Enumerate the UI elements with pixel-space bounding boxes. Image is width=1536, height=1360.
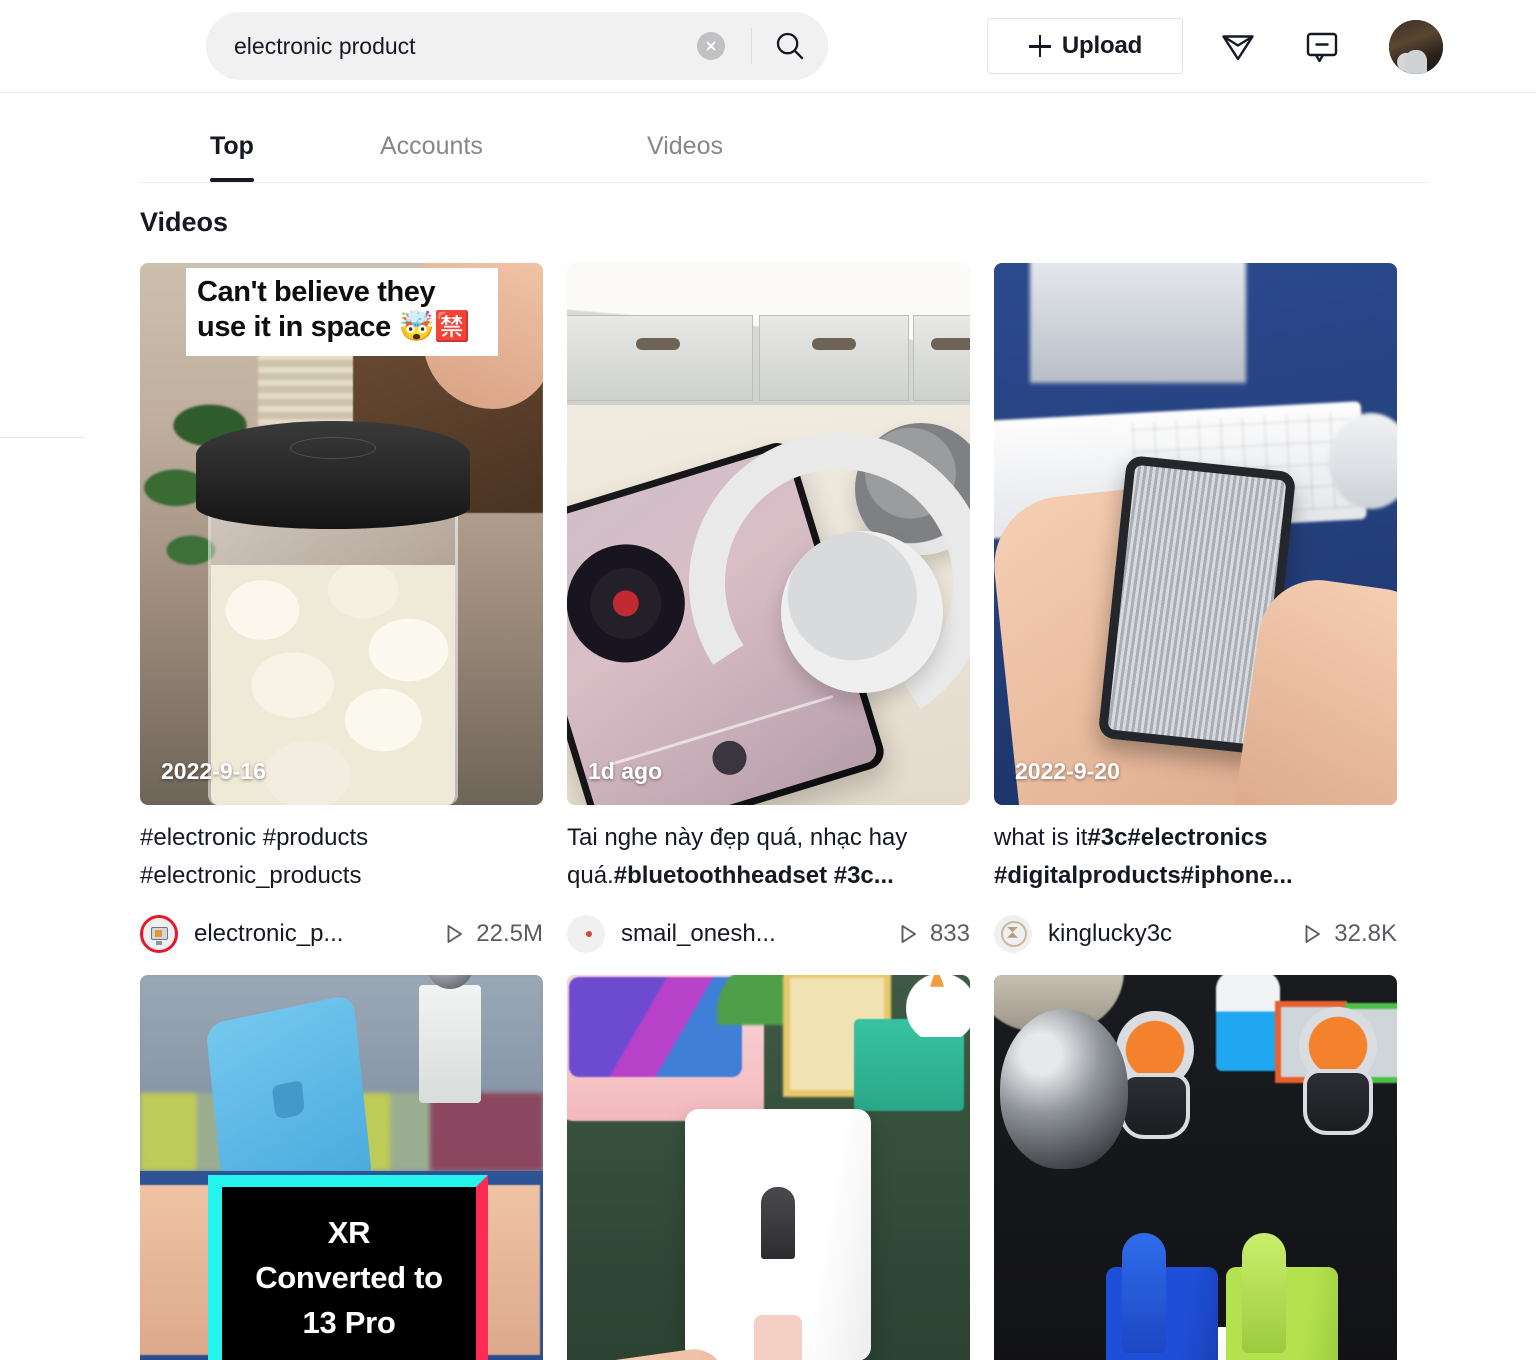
thumbnail-art [196, 421, 470, 529]
video-date: 1d ago [588, 758, 663, 784]
video-thumbnail[interactable]: MONSTER MONSTER [994, 974, 1397, 1360]
search-submit-button[interactable] [752, 12, 828, 80]
plus-icon [1028, 34, 1052, 58]
overlay-line-2: Converted to [255, 1259, 443, 1295]
video-play-count: 22.5M [443, 920, 543, 948]
video-thumbnail[interactable]: Can't believe they use it in space 🤯🈲 20… [140, 263, 543, 805]
paper-plane-icon[interactable] [1212, 20, 1264, 72]
caption-lead: what is it [994, 824, 1088, 851]
video-thumbnail[interactable]: XR Converted to 13 Pro [140, 974, 543, 1360]
video-meta: electronic_p... 22.5M [140, 914, 543, 954]
app-header: Upload [0, 0, 1536, 93]
tab-top-label: Top [210, 131, 254, 160]
video-card[interactable]: MONSTER MONSTER [994, 974, 1397, 1360]
play-count-value: 22.5M [476, 919, 543, 947]
upload-button-label: Upload [1061, 32, 1143, 59]
clear-search-icon[interactable] [697, 32, 725, 60]
thumbnail-art [567, 315, 753, 401]
caption-tags: #bluetoothheadset #3c... [613, 862, 894, 890]
overlay-line-3: 13 Pro [302, 1304, 396, 1340]
video-thumbnail[interactable]: 2022-9-20 [994, 263, 1397, 805]
thumbnail-art [1293, 1006, 1383, 1137]
earbuds-avatar[interactable] [567, 914, 605, 953]
thumbnail-art [781, 531, 943, 693]
monitor-avatar[interactable] [140, 914, 178, 953]
play-count-value: 833 [929, 919, 970, 947]
video-meta: smail_onesh... 833 [567, 914, 970, 954]
video-date: 2022-9-16 [161, 758, 266, 784]
kinglucky-avatar[interactable] [994, 914, 1032, 953]
video-card[interactable]: 2022-9-20 what is it#3c#electronics #dig… [994, 263, 1397, 954]
video-caption: #electronic #products #electronic_produc… [140, 824, 369, 890]
play-count-value: 32.8K [1334, 919, 1397, 947]
thumbnail-art [906, 974, 970, 1037]
video-card[interactable]: 1d ago Tai nghe này đẹp quá, nhạc hay qu… [567, 263, 970, 954]
video-meta: kinglucky3c 32.8K [994, 914, 1397, 954]
tab-top[interactable]: Top [198, 110, 266, 182]
thumbnail-overlay-text: Can't believe they use it in space 🤯🈲 [186, 268, 498, 356]
tab-videos[interactable]: Videos [635, 110, 735, 182]
thumbnail-art [1000, 1008, 1128, 1169]
video-date: 2022-9-20 [1015, 758, 1120, 784]
search-bar[interactable] [206, 12, 828, 80]
video-play-count: 833 [897, 920, 970, 948]
search-input[interactable] [206, 12, 646, 80]
thumbnail-art [708, 736, 751, 780]
tab-videos-label: Videos [647, 131, 723, 160]
thumbnail-art: MONSTER [1106, 1232, 1218, 1360]
thumbnail-art [419, 984, 481, 1103]
play-icon [1305, 924, 1321, 943]
thumbnail-art [1030, 263, 1246, 383]
video-card[interactable]: XR Converted to 13 Pro [140, 974, 543, 1360]
video-caption: Tai nghe này đẹp quá, nhạc hay quá.#blue… [567, 819, 970, 896]
thumbnail-art [913, 315, 970, 401]
video-caption: what is it#3c#electronics #digitalproduc… [994, 819, 1397, 896]
message-icon[interactable] [1296, 20, 1348, 72]
video-play-count: 32.8K [1301, 920, 1397, 948]
search-tabs: Top Accounts Videos [140, 110, 1428, 183]
section-title: Videos [140, 207, 229, 237]
video-author[interactable]: smail_onesh... [621, 920, 776, 948]
avatar-image [1389, 20, 1443, 74]
thumbnail-art [685, 1108, 871, 1360]
tab-accounts[interactable]: Accounts [368, 110, 495, 182]
video-card[interactable] [567, 974, 970, 1360]
user-avatar[interactable] [1389, 20, 1443, 74]
thumbnail-art: MONSTER [1226, 1232, 1338, 1360]
video-author[interactable]: electronic_p... [194, 920, 343, 948]
upload-button[interactable]: Upload [987, 18, 1183, 74]
video-card[interactable]: Can't believe they use it in space 🤯🈲 20… [140, 263, 543, 954]
tab-accounts-label: Accounts [380, 131, 483, 160]
video-thumbnail[interactable] [567, 974, 970, 1360]
thumbnail-art [567, 529, 700, 678]
thumbnail-art [1216, 974, 1280, 1071]
play-icon [901, 924, 916, 943]
play-icon [447, 924, 463, 943]
thumbnail-overlay-text: XR Converted to 13 Pro [208, 1174, 488, 1360]
video-author[interactable]: kinglucky3c [1048, 920, 1172, 948]
thumbnail-art [759, 315, 909, 401]
overlay-line-1: XR [327, 1214, 371, 1250]
video-results-grid: Can't believe they use it in space 🤯🈲 20… [140, 263, 1430, 1360]
video-thumbnail[interactable]: 1d ago [567, 263, 970, 805]
sidebar-divider [0, 437, 84, 438]
